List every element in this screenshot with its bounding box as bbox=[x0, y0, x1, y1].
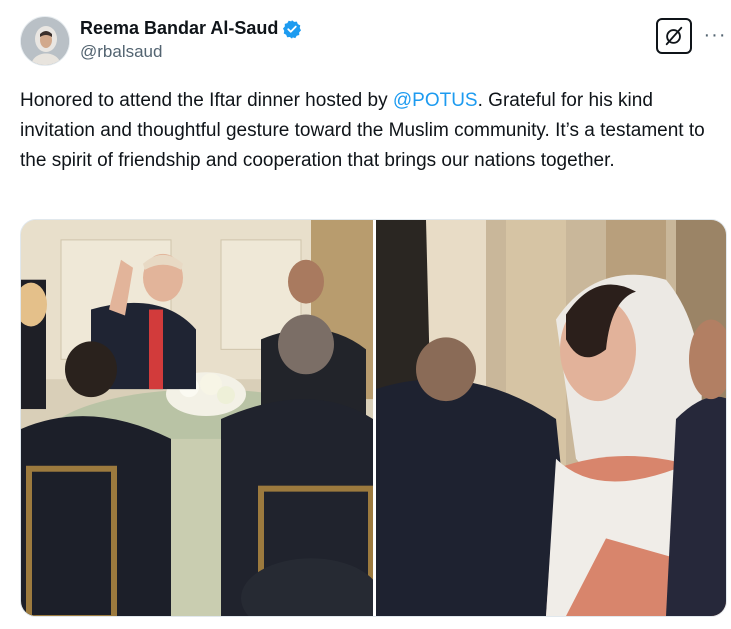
guest-in-white-headscarf-photo[interactable] bbox=[376, 220, 726, 616]
avatar[interactable] bbox=[20, 16, 70, 66]
author-names: Reema Bandar Al-Saud @rbalsaud bbox=[80, 18, 302, 62]
display-name[interactable]: Reema Bandar Al-Saud bbox=[80, 18, 278, 39]
grok-icon bbox=[665, 26, 683, 46]
name-row: Reema Bandar Al-Saud bbox=[80, 18, 302, 39]
profile-avatar-image bbox=[21, 17, 69, 65]
dinner-table-photo[interactable] bbox=[21, 220, 373, 616]
tweet-text: Honored to attend the Iftar dinner hoste… bbox=[20, 86, 720, 176]
more-options-icon[interactable]: ··· bbox=[702, 20, 728, 50]
verified-badge-icon[interactable] bbox=[282, 19, 302, 39]
tweet-text-part: Honored to attend the Iftar dinner hoste… bbox=[20, 90, 393, 111]
mention-link[interactable]: @POTUS bbox=[393, 90, 478, 111]
grok-button[interactable] bbox=[656, 18, 692, 54]
media-grid bbox=[20, 219, 727, 617]
tweet-header: Reema Bandar Al-Saud @rbalsaud ··· bbox=[20, 14, 725, 70]
author-handle[interactable]: @rbalsaud bbox=[80, 42, 302, 62]
